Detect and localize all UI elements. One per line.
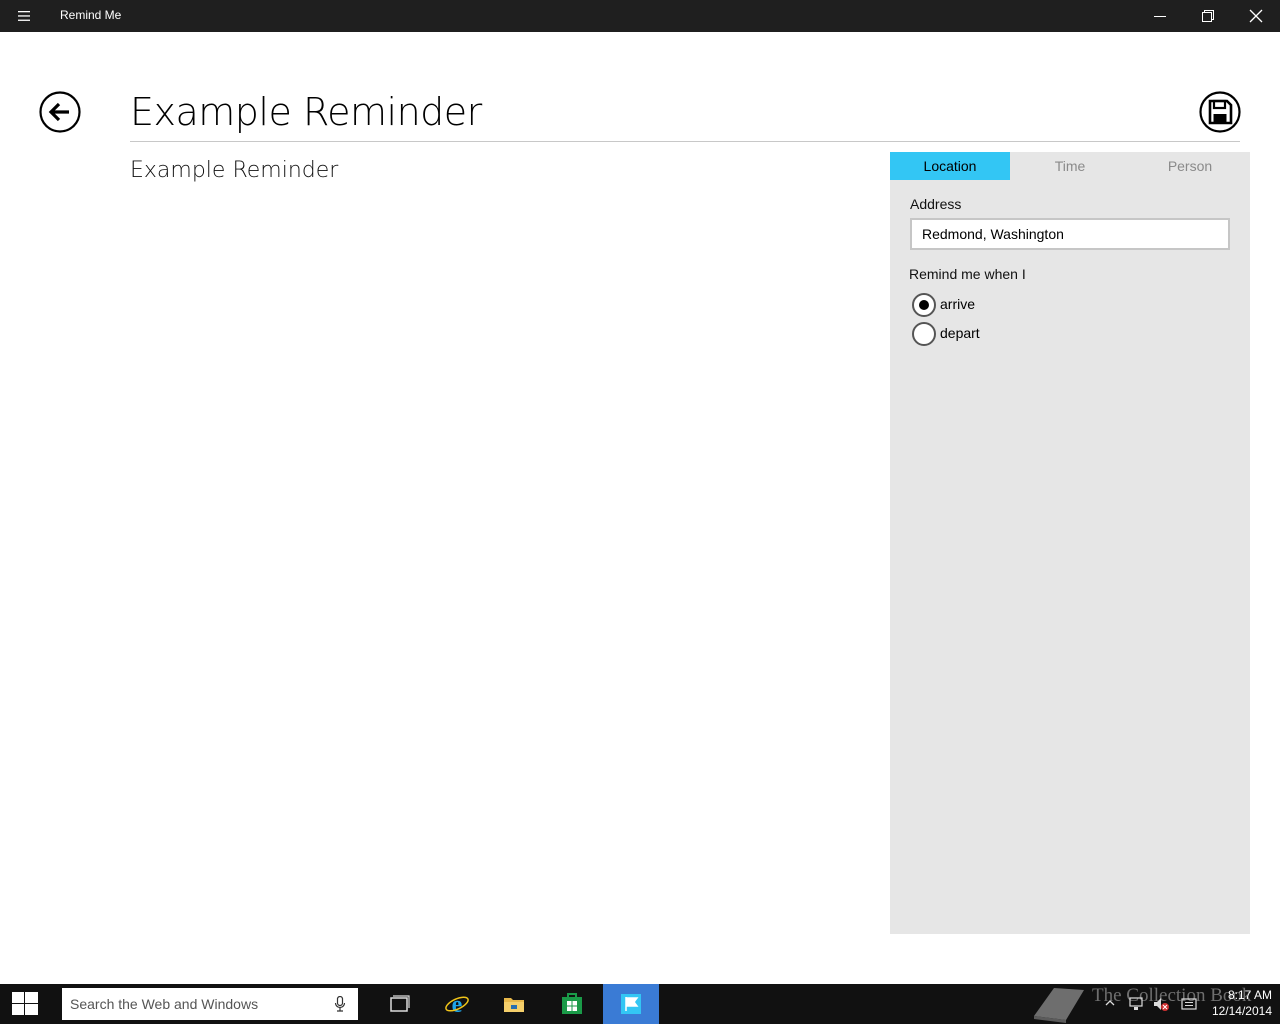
clock-date: 12/14/2014 [1211,1004,1272,1018]
clock-time: 8:17 AM [1227,988,1272,1002]
action-center-icon[interactable] [1180,996,1198,1012]
store-icon [562,993,582,1014]
start-button[interactable] [0,984,50,1024]
store-button[interactable] [544,984,600,1024]
tab-time[interactable]: Time [1010,152,1130,180]
radio-arrive-label: arrive [940,296,976,312]
title-bar: Remind Me [0,0,1280,32]
restore-icon [1202,10,1214,22]
microphone-icon[interactable] [334,996,346,1012]
reminder-text[interactable]: Example Reminder [130,158,338,183]
taskbar-clock[interactable]: 8:17 AM 12/14/2014 [1200,988,1272,1018]
address-label: Address [910,196,962,212]
back-arrow-circle-icon [39,91,81,133]
windows-logo-icon [12,992,38,1015]
minimize-button[interactable] [1136,0,1184,32]
app-title: Remind Me [60,8,122,22]
remind-me-taskbar-button[interactable] [603,984,659,1024]
save-button[interactable] [1198,90,1242,134]
internet-explorer-button[interactable]: e [429,984,485,1024]
task-view-button[interactable] [371,984,427,1024]
hamburger-menu-icon[interactable] [12,8,36,24]
book-icon [1034,988,1084,1023]
svg-text:e: e [452,992,463,1016]
chevron-up-icon[interactable] [1104,998,1116,1008]
remind-when-label: Remind me when I [909,266,1026,282]
network-icon[interactable] [1128,996,1146,1012]
radio-arrive[interactable]: arrive [912,292,1032,318]
taskbar: Search the Web and Windows e The Collect… [0,984,1280,1024]
tab-location[interactable]: Location [890,152,1010,180]
address-input[interactable] [910,218,1230,250]
restore-button[interactable] [1184,0,1232,32]
volume-muted-icon[interactable] [1152,996,1170,1012]
reminder-settings-panel: Location Time Person Address Remind me w… [890,152,1250,934]
remind-me-app-icon [621,994,641,1014]
radio-button-unselected[interactable] [912,322,936,346]
taskbar-search-box[interactable]: Search the Web and Windows [62,988,358,1020]
radio-depart-label: depart [940,325,980,341]
page-title: Example Reminder [130,90,482,134]
task-view-icon [390,995,410,1012]
internet-explorer-icon: e [445,992,469,1016]
radio-depart[interactable]: depart [912,321,1032,347]
close-icon [1249,9,1263,23]
back-button[interactable] [38,90,82,134]
reminder-type-tabs: Location Time Person [890,152,1250,180]
search-placeholder: Search the Web and Windows [70,996,259,1012]
tab-person[interactable]: Person [1130,152,1250,180]
file-explorer-icon [504,998,524,1012]
minimize-icon [1154,16,1166,17]
file-explorer-button[interactable] [486,984,542,1024]
save-floppy-circle-icon [1199,91,1241,133]
close-button[interactable] [1232,0,1280,32]
title-divider [130,141,1240,142]
radio-button-selected[interactable] [912,293,936,317]
